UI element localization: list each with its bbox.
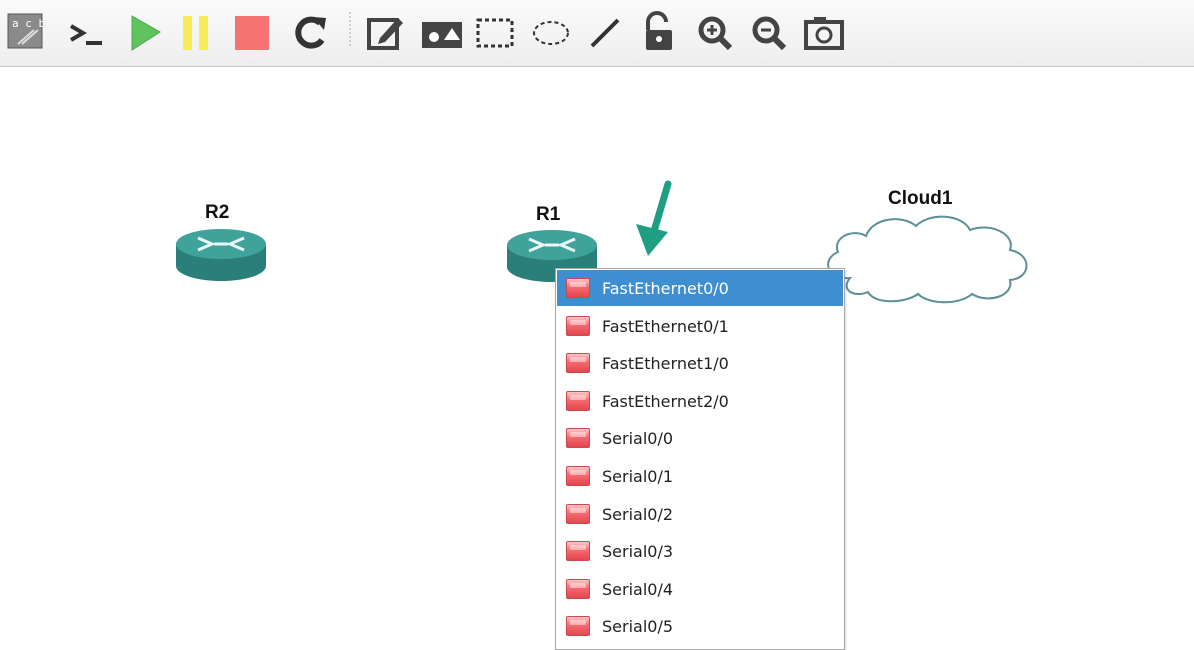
draw-ellipse-button[interactable] xyxy=(530,8,574,52)
menu-item-label: Serial0/5 xyxy=(602,616,674,636)
node-label-cloud1: Cloud1 xyxy=(888,188,953,209)
port-icon xyxy=(566,278,590,298)
menu-item-fastethernet1-0[interactable]: FastEthernet1/0 xyxy=(557,345,843,381)
port-icon xyxy=(566,541,590,561)
draw-line-icon xyxy=(590,18,620,48)
start-button[interactable] xyxy=(126,8,170,52)
port-icon xyxy=(566,316,590,336)
port-icon xyxy=(566,616,590,636)
insert-image-button[interactable] xyxy=(420,8,464,52)
menu-item-label: FastEthernet1/0 xyxy=(602,353,729,373)
port-icon xyxy=(566,391,590,411)
reload-icon xyxy=(295,16,326,49)
zoom-out-icon xyxy=(752,16,787,51)
menu-item-label: FastEthernet0/1 xyxy=(602,316,729,336)
port-icon xyxy=(566,466,590,486)
menu-item-serial0-2[interactable]: Serial0/2 xyxy=(557,496,843,532)
suspend-button[interactable] xyxy=(178,8,222,52)
menu-item-serial0-4[interactable]: Serial0/4 xyxy=(557,571,843,607)
console-button[interactable] xyxy=(66,8,110,52)
screenshot-button[interactable] xyxy=(802,8,846,52)
menu-item-label: Serial0/2 xyxy=(602,504,674,524)
add-note-button[interactable] xyxy=(366,8,410,52)
svg-text:a c b: a c b xyxy=(12,17,45,30)
menu-item-serial0-3[interactable]: Serial0/3 xyxy=(557,533,843,569)
router-r2[interactable] xyxy=(174,226,268,291)
menu-item-fastethernet0-1[interactable]: FastEthernet0/1 xyxy=(557,308,843,344)
stop-icon xyxy=(235,16,269,50)
port-icon xyxy=(566,504,590,524)
toolbar: a c b xyxy=(0,0,1194,67)
draw-rectangle-button[interactable] xyxy=(474,8,518,52)
show-labels-button[interactable]: a c b xyxy=(4,8,48,52)
node-label-r2: R2 xyxy=(205,202,230,223)
router-icon xyxy=(176,229,266,281)
menu-item-label: FastEthernet0/0 xyxy=(602,278,729,298)
menu-item-fastethernet2-0[interactable]: FastEthernet2/0 xyxy=(557,383,843,419)
suspend-icon xyxy=(183,16,208,50)
lock-icon xyxy=(646,11,672,50)
annotation-arrow xyxy=(628,180,678,265)
cloud-cloud1[interactable] xyxy=(820,208,1034,309)
lock-button[interactable] xyxy=(638,8,682,52)
menu-item-serial0-1[interactable]: Serial0/1 xyxy=(557,458,843,494)
menu-item-label: Serial0/3 xyxy=(602,541,674,561)
menu-item-label: Serial0/1 xyxy=(602,466,674,486)
cloud-icon xyxy=(827,215,1028,304)
arrow-down-icon xyxy=(636,180,672,256)
menu-item-fastethernet0-0[interactable]: FastEthernet0/0 xyxy=(557,270,843,306)
zoom-out-button[interactable] xyxy=(748,8,792,52)
toolbar-separator xyxy=(349,12,351,48)
console-icon xyxy=(69,24,102,45)
start-icon xyxy=(131,15,161,51)
zoom-in-icon xyxy=(698,16,733,51)
port-icon xyxy=(566,353,590,373)
reload-button[interactable] xyxy=(290,8,334,52)
show-labels-icon: a c b xyxy=(7,13,45,49)
menu-item-label: FastEthernet2/0 xyxy=(602,391,729,411)
screenshot-icon xyxy=(804,17,844,50)
menu-item-serial0-0[interactable]: Serial0/0 xyxy=(557,420,843,456)
node-label-r1: R1 xyxy=(536,204,561,225)
insert-image-icon xyxy=(422,22,462,48)
add-note-icon xyxy=(367,18,403,50)
menu-item-label: Serial0/0 xyxy=(602,428,674,448)
zoom-in-button[interactable] xyxy=(694,8,738,52)
draw-rectangle-icon xyxy=(476,18,514,48)
port-icon xyxy=(566,579,590,599)
stop-button[interactable] xyxy=(232,8,276,52)
port-icon xyxy=(566,428,590,448)
menu-item-label: Serial0/4 xyxy=(602,579,674,599)
interface-menu: FastEthernet0/0 FastEthernet0/1 FastEthe… xyxy=(555,268,845,650)
draw-ellipse-icon xyxy=(533,21,569,45)
draw-line-button[interactable] xyxy=(584,8,628,52)
